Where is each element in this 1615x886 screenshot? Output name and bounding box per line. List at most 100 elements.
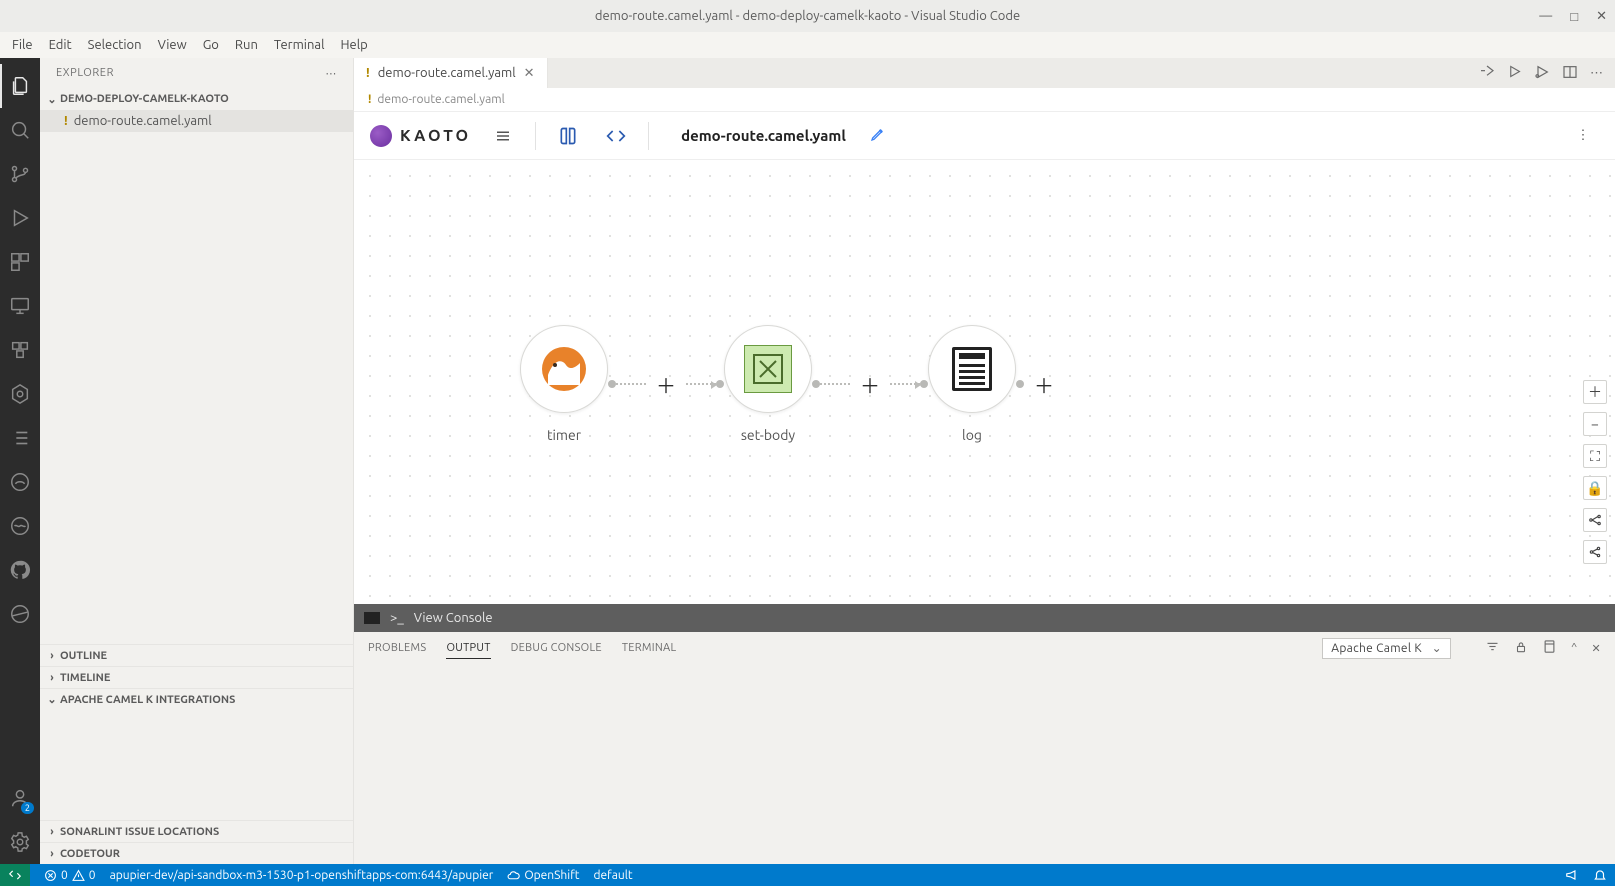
chevron-right-icon: › — [44, 826, 60, 838]
yaml-file-icon: ! — [368, 93, 371, 106]
connector-handle[interactable] — [716, 380, 724, 388]
openshift-status[interactable]: OpenShift — [507, 869, 579, 882]
menu-edit[interactable]: Edit — [41, 36, 80, 54]
activity-codetour[interactable] — [0, 504, 40, 548]
k8s-context[interactable]: apupier-dev/api-sandbox-m3-1530-p1-opens… — [110, 869, 494, 882]
share-button[interactable] — [1583, 540, 1607, 564]
activity-search[interactable] — [0, 108, 40, 152]
debug-icon[interactable] — [1534, 64, 1550, 83]
file-item[interactable]: ! demo-route.camel.yaml — [40, 110, 353, 132]
connector-handle[interactable] — [920, 380, 928, 388]
activity-source-control[interactable] — [0, 152, 40, 196]
search-icon — [9, 119, 31, 141]
section-camelk[interactable]: ⌄APACHE CAMEL K INTEGRATIONS — [40, 688, 353, 710]
run-icon[interactable] — [1507, 64, 1522, 82]
section-sonarlint[interactable]: ›SONARLINT ISSUE LOCATIONS — [40, 820, 353, 842]
menu-selection[interactable]: Selection — [80, 36, 150, 54]
output-body[interactable] — [354, 664, 1615, 864]
activity-accounts[interactable]: 2 — [0, 776, 40, 820]
problems-status[interactable]: 0 0 — [44, 869, 96, 882]
notifications-button[interactable] — [1593, 868, 1607, 882]
kaoto-canvas[interactable]: timer ＋ — [354, 160, 1615, 604]
breadcrumb[interactable]: ! demo-route.camel.yaml — [354, 88, 1615, 112]
namespace-status[interactable]: default — [593, 869, 632, 882]
kaoto-more-button[interactable]: ⋮ — [1567, 120, 1599, 152]
view-console-label: View Console — [414, 611, 493, 625]
kaoto-menu-button[interactable] — [487, 120, 519, 152]
sidebar-more-actions[interactable]: ⋯ — [325, 67, 337, 80]
connector-handle[interactable] — [608, 380, 616, 388]
add-step-button[interactable]: ＋ — [652, 370, 680, 398]
panel-lock-icon[interactable] — [1514, 640, 1528, 657]
activity-extensions[interactable] — [0, 240, 40, 284]
section-label: SONARLINT ISSUE LOCATIONS — [60, 826, 219, 838]
activity-sonarlint[interactable] — [0, 460, 40, 504]
panel-tab-debug-console[interactable]: DEBUG CONSOLE — [511, 638, 602, 658]
panel-close-icon[interactable]: ✕ — [1591, 642, 1601, 655]
panel-maximize-icon[interactable]: ^ — [1571, 642, 1578, 654]
activity-openshift-connector[interactable] — [0, 592, 40, 636]
debug-icon — [9, 207, 31, 229]
split-editor-icon[interactable] — [1562, 64, 1578, 83]
activity-explorer[interactable] — [0, 64, 40, 108]
lock-button[interactable]: 🔒 — [1583, 476, 1607, 500]
activity-run-debug[interactable] — [0, 196, 40, 240]
more-actions-icon[interactable]: ⋯ — [1590, 66, 1603, 81]
menu-file[interactable]: File — [4, 36, 41, 54]
menu-view[interactable]: View — [150, 36, 195, 54]
add-step-button[interactable]: ＋ — [856, 370, 884, 398]
panel-tab-output[interactable]: OUTPUT — [446, 638, 490, 659]
remote-explorer-icon — [9, 295, 31, 317]
project-section-header[interactable]: ⌄ DEMO-DEPLOY-CAMELK-KAOTO — [40, 88, 353, 110]
auto-layout-button[interactable] — [1583, 508, 1607, 532]
panel-tabs: PROBLEMS OUTPUT DEBUG CONSOLE TERMINAL A… — [354, 632, 1615, 664]
node-set-body[interactable] — [724, 325, 812, 413]
section-codetour[interactable]: ›CODETOUR — [40, 842, 353, 864]
run-debug-selector-icon[interactable] — [1479, 64, 1495, 83]
view-console-bar[interactable]: >_ View Console — [354, 604, 1615, 632]
feedback-button[interactable] — [1565, 868, 1579, 882]
editor-tab[interactable]: ! demo-route.camel.yaml ✕ — [354, 58, 548, 88]
fit-view-button[interactable]: ⛶ — [1583, 444, 1607, 468]
kaoto-brand: KAOTO — [400, 127, 471, 145]
window-maximize-button[interactable]: □ — [1570, 9, 1578, 24]
branch-icon — [9, 163, 31, 185]
window-close-button[interactable]: ✕ — [1596, 9, 1607, 24]
activity-github[interactable] — [0, 548, 40, 592]
panel-filter-icon[interactable] — [1485, 639, 1500, 657]
connector-handle[interactable] — [812, 380, 820, 388]
sidebar: EXPLORER ⋯ ⌄ DEMO-DEPLOY-CAMELK-KAOTO ! … — [40, 58, 354, 864]
menu-run[interactable]: Run — [227, 36, 266, 54]
editor-tabs: ! demo-route.camel.yaml ✕ ⋯ — [354, 58, 1615, 88]
openshift-icon — [9, 339, 31, 361]
activity-openshift[interactable] — [0, 328, 40, 372]
activity-list[interactable] — [0, 416, 40, 460]
section-label: CODETOUR — [60, 848, 120, 860]
kaoto-rename-button[interactable] — [870, 126, 886, 145]
connector-handle[interactable] — [1016, 380, 1024, 388]
panel-tab-problems[interactable]: PROBLEMS — [368, 638, 426, 658]
panel-tab-terminal[interactable]: TERMINAL — [622, 638, 677, 658]
menu-help[interactable]: Help — [332, 36, 375, 54]
kaoto-catalog-button[interactable] — [552, 120, 584, 152]
kaoto-source-button[interactable] — [600, 120, 632, 152]
node-log[interactable] — [928, 325, 1016, 413]
zoom-out-button[interactable]: − — [1583, 412, 1607, 436]
activity-remote[interactable] — [0, 284, 40, 328]
section-label: APACHE CAMEL K INTEGRATIONS — [60, 694, 235, 706]
activity-settings[interactable] — [0, 820, 40, 864]
yaml-file-icon: ! — [64, 114, 68, 128]
menu-go[interactable]: Go — [195, 36, 227, 54]
zoom-in-button[interactable]: ＋ — [1583, 380, 1607, 404]
add-step-button[interactable]: ＋ — [1030, 370, 1058, 398]
section-outline[interactable]: ›OUTLINE — [40, 644, 353, 666]
activity-kubernetes[interactable] — [0, 372, 40, 416]
window-minimize-button[interactable]: — — [1539, 9, 1552, 24]
panel-clear-icon[interactable] — [1542, 639, 1557, 657]
menu-terminal[interactable]: Terminal — [266, 36, 333, 54]
node-timer[interactable] — [520, 325, 608, 413]
tab-close-button[interactable]: ✕ — [524, 66, 535, 81]
remote-indicator[interactable] — [0, 864, 30, 886]
output-channel-select[interactable]: Apache Camel K — [1322, 638, 1451, 659]
section-timeline[interactable]: ›TIMELINE — [40, 666, 353, 688]
